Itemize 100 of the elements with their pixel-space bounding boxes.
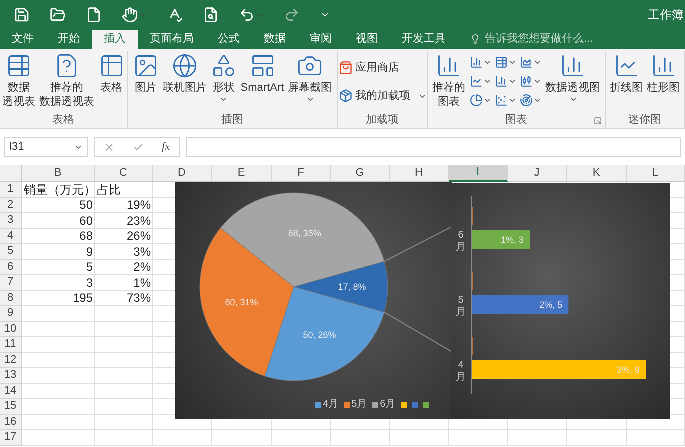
ribbon-tab[interactable]: 插入 [92,30,138,49]
row-header[interactable]: 11 [0,337,22,352]
ribbon-tab[interactable]: 审阅 [298,30,344,49]
insert-function-button[interactable]: fx [162,138,170,156]
save-icon[interactable] [14,7,30,23]
print-preview-icon[interactable] [203,7,219,23]
table-icon [98,53,124,79]
column-header[interactable]: K [567,165,627,182]
ribbon-tab[interactable]: 页面布局 [138,30,206,49]
ribbon-button[interactable]: 表格 [96,51,126,95]
row-header[interactable]: 17 [0,430,22,446]
stock-chart-icon [520,74,532,88]
column-header[interactable]: E [212,165,272,182]
ribbon-tab[interactable]: 数据 [252,30,298,49]
window-title: 工作簿 [648,7,685,24]
column-header[interactable]: L [627,165,685,182]
table-cell-text: 50 [80,197,93,214]
data-label: 60, 31% [225,298,258,308]
row-header[interactable]: 5 [0,244,22,260]
redo-icon[interactable] [284,7,300,23]
chart-type-button[interactable] [470,92,492,108]
new-file-icon[interactable] [86,7,102,23]
table-cell-text: 19% [126,197,151,214]
table-cell-text: 占比 [97,182,121,199]
table-cell-text: 2% [134,259,151,276]
folder-icon[interactable] [50,7,66,23]
package-icon [338,89,352,103]
row-header[interactable]: 10 [0,322,22,337]
chart-type-button[interactable] [520,92,542,108]
column-header[interactable]: F [272,165,331,182]
ribbon-tab[interactable]: 视图 [344,30,390,49]
ribbon-tab[interactable]: 开发工具 [390,30,458,49]
formula-field[interactable] [186,137,681,157]
table-cell-text: 26% [126,228,151,246]
column-header[interactable]: B [22,165,95,182]
ribbon-tab[interactable]: 文件 [0,30,46,49]
chart-type-button[interactable] [520,73,542,89]
shopping-bag-icon [338,61,352,75]
chart-type-button[interactable] [470,73,492,89]
scatter-chart-icon [494,94,508,106]
legend-label: 5月 [352,398,368,412]
chart-type-button[interactable] [494,73,516,89]
chart-type-button[interactable] [494,54,516,70]
row-header[interactable]: 14 [0,384,22,399]
row-header[interactable]: 4 [0,228,22,244]
chart-type-button[interactable] [494,92,516,108]
ribbon-button[interactable]: 联机图片 [160,51,209,95]
ribbon-tab[interactable]: 开始 [46,30,92,49]
row-header[interactable]: 2 [0,198,22,213]
row-header[interactable]: 16 [0,414,22,430]
ribbon-button[interactable]: 折线图 [608,51,645,95]
column-header[interactable]: D [153,165,212,182]
chart-type-button[interactable] [470,54,492,70]
ribbon-button[interactable]: 图片 [130,51,161,95]
row-header[interactable]: 6 [0,260,22,275]
ribbon-button[interactable]: 应用商店 [338,59,426,77]
row-header[interactable]: 15 [0,399,22,414]
row-header[interactable]: 9 [0,306,22,322]
shapes-icon [210,53,237,79]
radar-chart-icon [520,94,532,106]
ribbon-button[interactable]: 推荐的 数据透视表 [38,51,96,109]
ribbon-button[interactable]: 屏幕截图 [286,51,334,104]
dialog-launcher-icon[interactable] [594,117,602,125]
undo-icon[interactable] [239,7,255,23]
lightbulb-icon [470,34,481,45]
row-header[interactable]: 13 [0,368,22,384]
column-header[interactable]: H [390,165,449,182]
column-header[interactable]: C [95,165,153,182]
group-label: 图表 [506,113,528,127]
row-header[interactable]: 12 [0,352,22,368]
table-cell-text: 5 [86,259,93,276]
row-header[interactable]: 1 [0,182,22,198]
table-cell-text: 73% [126,290,151,308]
data-label: 17, 8% [338,282,366,292]
column-header[interactable]: G [331,165,390,182]
connector-line [384,226,452,262]
ribbon-button[interactable]: 推荐的 图表 [430,51,468,109]
table-cell-text: 68 [80,228,93,246]
touch-icon[interactable] [122,7,138,23]
row-header[interactable]: 8 [0,290,22,306]
ribbon-tab[interactable]: 公式 [206,30,252,49]
tell-me-field[interactable]: 告诉我您想要做什么... [458,30,594,49]
chart-type-button[interactable] [520,54,542,70]
group-label: 表格 [52,113,74,127]
column-header[interactable]: I [449,165,508,182]
data-label: 2%, 5 [540,300,563,310]
ribbon-button[interactable]: 数据 透视表 [0,51,38,109]
ribbon-button[interactable]: 柱形图 [645,51,682,95]
name-box[interactable]: I31 [4,137,88,157]
ribbon-button[interactable]: SmartArt [238,51,286,95]
data-label: 3%, 9 [616,365,640,375]
column-header[interactable]: J [508,165,567,182]
axis-label: 4月 [456,360,466,383]
ribbon-button[interactable]: 我的加载项 [338,87,426,105]
ribbon-button[interactable]: 形状 [208,51,239,104]
column-chart-icon [650,53,676,79]
line-chart-icon [470,74,482,88]
row-header[interactable]: 3 [0,213,22,228]
ribbon-button[interactable]: 数据透视图 [544,51,602,104]
row-header[interactable]: 7 [0,275,22,290]
